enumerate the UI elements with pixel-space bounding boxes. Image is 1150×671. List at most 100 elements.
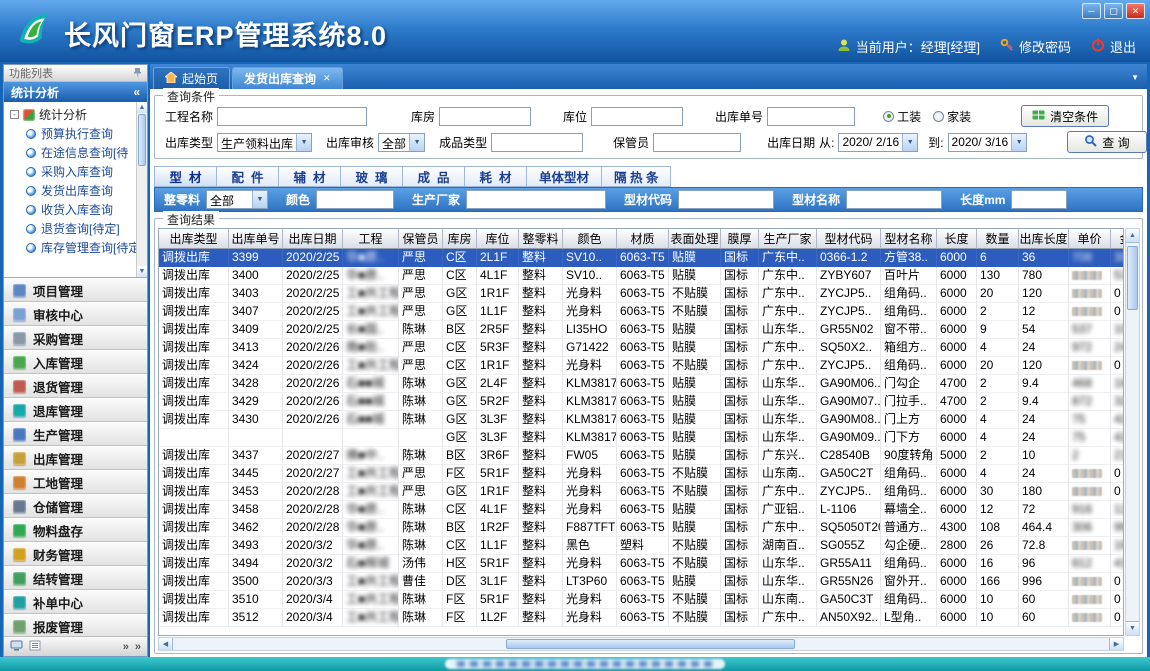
tree-expander-icon[interactable]: - — [10, 110, 19, 119]
column-header[interactable]: 单价 — [1069, 229, 1111, 249]
order-number-input[interactable] — [767, 107, 855, 126]
maximize-button[interactable]: ▢ — [1104, 3, 1123, 19]
minimize-button[interactable]: ─ — [1082, 3, 1101, 19]
outbound-type-select[interactable]: 生产领料出库 — [217, 133, 312, 152]
tree-item[interactable]: 预算执行查询 — [4, 124, 147, 143]
column-header[interactable]: 出库日期 — [283, 229, 343, 249]
table-row[interactable]: G区3L3F整料KLM38176063-T5贴膜国标山东华..GA90M09..… — [159, 429, 1123, 447]
more-panels-icon-2[interactable]: » — [135, 641, 141, 653]
sidebar-menu-item[interactable]: 退货管理 — [4, 374, 147, 398]
scroll-right-icon[interactable]: ▶ — [1109, 638, 1123, 650]
table-row[interactable]: 调拨出库35102020/3/4工■共工程陈琳F区5R1F整料光身料6063-T… — [159, 591, 1123, 609]
sidebar-menu-item[interactable]: 项目管理 — [4, 278, 147, 302]
more-panels-icon[interactable]: » — [123, 641, 129, 653]
sidebar-menu-item[interactable]: 仓储管理 — [4, 494, 147, 518]
column-header[interactable]: 整零料 — [519, 229, 563, 249]
scroll-down-icon[interactable]: ▼ — [1126, 621, 1139, 635]
column-header[interactable]: 型材代码 — [817, 229, 881, 249]
color-input[interactable] — [316, 190, 394, 209]
keeper-input[interactable] — [653, 133, 741, 152]
tree-item[interactable]: 收货入库查询 — [4, 200, 147, 219]
table-row[interactable]: 调拨出库35122020/3/4工■共工程陈琳F区1L2F整料光身料6063-T… — [159, 609, 1123, 627]
table-row[interactable]: 调拨出库34072020/2/25工■共工程严思G区1L1F整料光身料6063-… — [159, 303, 1123, 321]
horizontal-scrollbar[interactable]: ◀ ▶ — [158, 637, 1124, 651]
sidebar-menu-item[interactable]: 财务管理 — [4, 542, 147, 566]
scroll-up-icon[interactable]: ▲ — [1126, 229, 1139, 243]
sidebar-menu-item[interactable]: 退库管理 — [4, 398, 147, 422]
material-tab[interactable]: 辅 材 — [278, 166, 340, 187]
column-header[interactable]: 生产厂家 — [759, 229, 817, 249]
warehouse-input[interactable] — [439, 107, 531, 126]
table-row[interactable]: 调拨出库34132020/2/26南■街..严思C区5R3F整料G7142260… — [159, 339, 1123, 357]
material-tab[interactable]: 单体型材 — [526, 166, 601, 187]
table-row[interactable]: 调拨出库34452020/2/27工■共工程严思F区5R1F整料光身料6063-… — [159, 465, 1123, 483]
sidebar-menu-item[interactable]: 生产管理 — [4, 422, 147, 446]
table-row[interactable]: 调拨出库34242020/2/26工■共工程严思C区1R1F整料光身料6063-… — [159, 357, 1123, 375]
column-header[interactable]: 出库长度 — [1019, 229, 1069, 249]
project-name-input[interactable] — [217, 107, 367, 126]
vertical-scrollbar[interactable]: ▲ ▼ — [1125, 228, 1140, 636]
sidebar-menu-item[interactable]: 审核中心 — [4, 302, 147, 326]
material-tab[interactable]: 耗 材 — [464, 166, 526, 187]
search-button[interactable]: 查 询 — [1067, 131, 1146, 153]
table-row[interactable]: 调拨出库34282020/2/26石■■城陈琳G区2L4F整料KLM381760… — [159, 375, 1123, 393]
table-row[interactable]: 调拨出库34622020/2/28华■原..陈琳B区1R2F整料F887TFT6… — [159, 519, 1123, 537]
tree-item[interactable]: 采购入库查询 — [4, 162, 147, 181]
chevron-down-icon[interactable] — [1011, 134, 1026, 151]
tab-close-icon[interactable]: ✕ — [323, 73, 331, 84]
material-tab[interactable]: 玻 璃 — [340, 166, 402, 187]
table-row[interactable]: 调拨出库33992020/2/25华■原..严思C区2L1F整料SV10..60… — [159, 249, 1123, 267]
chevron-down-icon[interactable] — [296, 134, 311, 151]
sidebar-menu-item[interactable]: 结转管理 — [4, 566, 147, 590]
column-header[interactable]: 保管员 — [399, 229, 443, 249]
material-tab[interactable]: 配 件 — [216, 166, 278, 187]
close-button[interactable]: ✕ — [1126, 3, 1145, 19]
sidebar-menu-item[interactable]: 物料盘存 — [4, 518, 147, 542]
sidebar-menu-item[interactable]: 入库管理 — [4, 350, 147, 374]
sidebar-menu-item[interactable]: 工地管理 — [4, 470, 147, 494]
column-header[interactable]: 颜色 — [563, 229, 617, 249]
material-tab[interactable]: 型 材 — [154, 166, 216, 187]
column-header[interactable]: 型材名称 — [881, 229, 937, 249]
table-row[interactable]: 调拨出库35002020/3/3工■共工程曹佳D区3L1F整料LT3P60606… — [159, 573, 1123, 591]
jiazhuang-radio[interactable]: 家装 — [933, 108, 975, 125]
column-header[interactable]: 出库类型 — [159, 229, 229, 249]
column-header[interactable]: 出库单号 — [229, 229, 283, 249]
column-header[interactable]: 表面处理 — [669, 229, 721, 249]
sidebar-menu-item[interactable]: 补单中心 — [4, 590, 147, 614]
vertical-scroll-thumb[interactable] — [1127, 246, 1138, 310]
product-type-input[interactable] — [491, 133, 583, 152]
column-header[interactable]: 工程 — [343, 229, 399, 249]
table-row[interactable]: 调拨出库34092020/2/25长■国..陈琳B区2R5F整料LI35HO60… — [159, 321, 1123, 339]
tree-item[interactable]: 退货查询[待定] — [4, 219, 147, 238]
table-row[interactable]: 调拨出库34942020/3/2石■辉城汤伟H区5R1F整料光身料6063-T5… — [159, 555, 1123, 573]
collapse-icon[interactable]: « — [133, 85, 140, 99]
location-input[interactable] — [591, 107, 683, 126]
table-row[interactable]: 调拨出库34302020/2/26石■■城陈琳G区3L3F整料KLM381760… — [159, 411, 1123, 429]
tree-scroll-thumb[interactable] — [138, 114, 146, 166]
tree-root-item[interactable]: - 统计分析 — [4, 105, 147, 124]
whole-part-select[interactable]: 全部 — [206, 190, 268, 209]
tab-start-page[interactable]: 起始页 — [153, 67, 230, 89]
column-header[interactable]: 金 — [1111, 229, 1124, 249]
length-input[interactable] — [1011, 190, 1067, 209]
chevron-down-icon[interactable] — [902, 134, 917, 151]
tree-item[interactable]: 在途信息查询[待 — [4, 143, 147, 162]
table-row[interactable]: 调拨出库34532020/2/28工■共工程严思G区1R1F整料光身料6063-… — [159, 483, 1123, 501]
chevron-down-icon[interactable] — [409, 134, 424, 151]
sidebar-menu-item[interactable]: 报废管理 — [4, 614, 147, 638]
statistics-section-header[interactable]: 统计分析 « — [4, 82, 147, 102]
tab-shipping-outbound-query[interactable]: 发货出库查询 ✕ — [232, 67, 343, 89]
sidebar-menu-item[interactable]: 出库管理 — [4, 446, 147, 470]
table-row[interactable]: 调拨出库34372020/2/27佛■中..陈琳B区3R6F整料FW056063… — [159, 447, 1123, 465]
material-tab[interactable]: 隔 热 条 — [601, 166, 671, 187]
tab-list-caret-icon[interactable]: ▼ — [1131, 73, 1139, 82]
table-row[interactable]: 调拨出库34292020/2/26石■■城陈琳G区5R2F整料KLM381760… — [159, 393, 1123, 411]
date-to-picker[interactable]: 2020/ 3/16 — [948, 133, 1028, 152]
manufacturer-input[interactable] — [466, 190, 606, 209]
scroll-left-icon[interactable]: ◀ — [159, 638, 173, 650]
computer-icon[interactable] — [10, 638, 23, 656]
tree-scrollbar[interactable]: ▲ ▼ — [136, 102, 147, 277]
horizontal-scroll-thumb[interactable] — [506, 639, 795, 649]
profile-name-input[interactable] — [846, 190, 942, 209]
